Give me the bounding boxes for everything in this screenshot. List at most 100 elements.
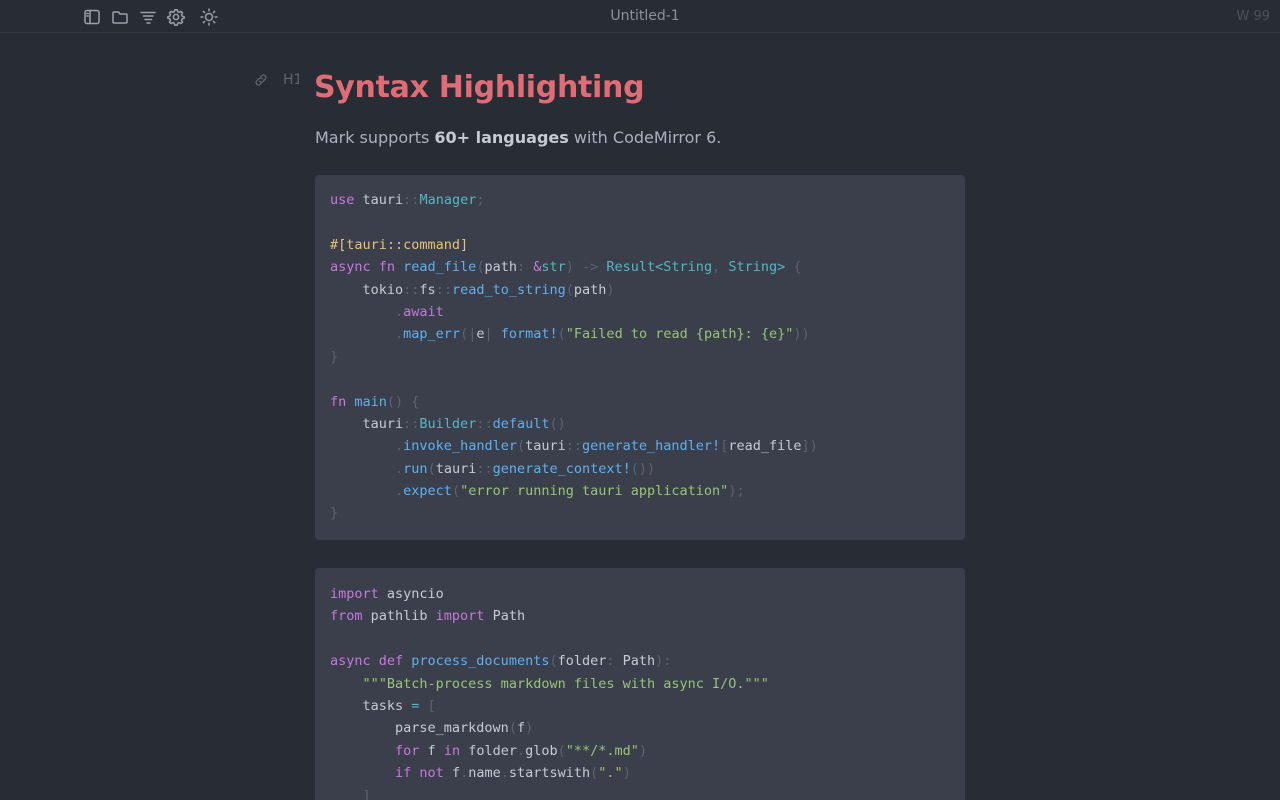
code-token: path xyxy=(484,259,517,276)
code-token: pathlib xyxy=(362,608,436,625)
code-line: async fn read_file(path: &str) -> Result… xyxy=(330,256,965,278)
code-token: #[tauri::command] xyxy=(330,236,469,253)
code-line: #[tauri::command] xyxy=(330,234,965,256)
code-token: . xyxy=(516,742,526,759)
code-token: process_documents xyxy=(411,653,550,670)
code-line: use tauri::Manager; xyxy=(330,189,965,211)
code-token: fn xyxy=(330,393,355,410)
code-line: from pathlib import Path xyxy=(330,605,965,627)
code-token: read_to_string xyxy=(451,281,566,298)
code-token: | xyxy=(484,326,501,343)
code-token: "Failed to read {path}: {e}" xyxy=(565,326,794,343)
code-token: ( xyxy=(516,438,526,455)
code-block-rust[interactable]: use tauri::Manager; #[tauri::command]asy… xyxy=(315,175,965,540)
code-token: tokio xyxy=(330,281,404,298)
code-token: "error running tauri application" xyxy=(460,483,729,500)
code-token: () xyxy=(549,415,566,432)
code-token: tauri xyxy=(435,460,477,477)
code-token: format! xyxy=(500,326,558,343)
code-token: ( xyxy=(451,483,461,500)
code-token: "**/*.md" xyxy=(565,742,639,759)
code-token: parse_markdown xyxy=(330,720,509,737)
code-token: :: xyxy=(403,192,420,208)
code-token: ) xyxy=(622,765,631,782)
code-token: ( xyxy=(427,460,436,477)
code-token: ( xyxy=(557,742,566,759)
code-token: """Batch-process markdown files with asy… xyxy=(362,675,769,692)
code-token: map_err xyxy=(403,326,461,343)
code-line: parse_markdown(f) xyxy=(330,717,965,739)
code-line: if not f.name.startswith(".") xyxy=(330,762,965,784)
code-token: str xyxy=(541,259,566,276)
code-token: async fn xyxy=(330,259,404,276)
code-token: read_file xyxy=(403,259,477,276)
code-token: ( xyxy=(549,653,558,670)
code-token: :: xyxy=(403,281,420,298)
code-line: tauri::Builder::default() xyxy=(330,413,965,435)
code-line: for f in folder.glob("**/*.md") xyxy=(330,740,965,762)
code-token: tauri xyxy=(354,192,404,208)
code-token: expect xyxy=(403,483,452,500)
code-token: in xyxy=(443,742,461,759)
heading-level-marker[interactable]: H1 xyxy=(283,72,299,90)
code-line: .expect("error running tauri application… xyxy=(330,480,965,502)
code-token: . xyxy=(395,326,404,343)
code-token: ()) xyxy=(630,460,656,477)
code-line: async def process_documents(folder: Path… xyxy=(330,650,965,672)
code-token: for xyxy=(395,742,420,759)
code-line: .run(tauri::generate_context!()) xyxy=(330,458,965,480)
code-token: await xyxy=(403,303,444,320)
code-line: .invoke_handler(tauri::generate_handler!… xyxy=(330,435,965,457)
code-token: { xyxy=(785,259,802,276)
code-token: } xyxy=(330,348,339,365)
code-token: startswith xyxy=(508,765,591,782)
code-token: import xyxy=(435,608,485,625)
code-line: .await xyxy=(330,301,965,323)
code-token: Path xyxy=(484,608,526,625)
code-token: . xyxy=(395,460,404,477)
code-token: ) xyxy=(638,742,648,759)
code-line: } xyxy=(330,502,965,524)
paragraph-text-end: with CodeMirror 6. xyxy=(568,128,722,147)
code-token: ; xyxy=(476,192,485,208)
link-icon[interactable] xyxy=(254,72,270,88)
word-count: W 99 xyxy=(1236,9,1270,24)
paragraph-text: Mark supports xyxy=(315,128,435,147)
code-token: . xyxy=(395,303,404,320)
code-token: String> xyxy=(728,259,786,276)
code-token: generate_context! xyxy=(492,460,631,477)
code-token: default xyxy=(492,415,550,432)
code-line: """Batch-process markdown files with asy… xyxy=(330,673,965,695)
code-token: () { xyxy=(386,393,420,410)
code-token: Path xyxy=(622,653,656,670)
code-token: . xyxy=(395,483,404,500)
code-token: f xyxy=(516,720,526,737)
code-token: name xyxy=(468,765,501,782)
code-line: tasks = [ xyxy=(330,695,965,717)
code-token: path xyxy=(573,281,607,298)
code-token: , xyxy=(712,259,729,276)
code-token: asyncio xyxy=(378,586,444,602)
code-token: tauri xyxy=(525,438,566,455)
code-token: Builder xyxy=(419,415,477,432)
code-token: import xyxy=(330,586,379,602)
code-token: } xyxy=(330,505,339,522)
code-token: : xyxy=(606,653,623,670)
code-token: folder xyxy=(460,742,517,759)
code-token: tauri xyxy=(330,415,404,432)
code-token: . xyxy=(460,765,469,782)
code-block-python[interactable]: import asyncio from pathlib import Path a… xyxy=(315,568,965,800)
code-token: main xyxy=(354,393,387,410)
code-token: read_file xyxy=(728,438,802,455)
code-token: ( xyxy=(508,720,517,737)
code-token: :: xyxy=(565,438,583,455)
code-token: :: xyxy=(403,415,420,432)
code-token: ( xyxy=(557,326,566,343)
code-token: ) xyxy=(606,281,615,298)
